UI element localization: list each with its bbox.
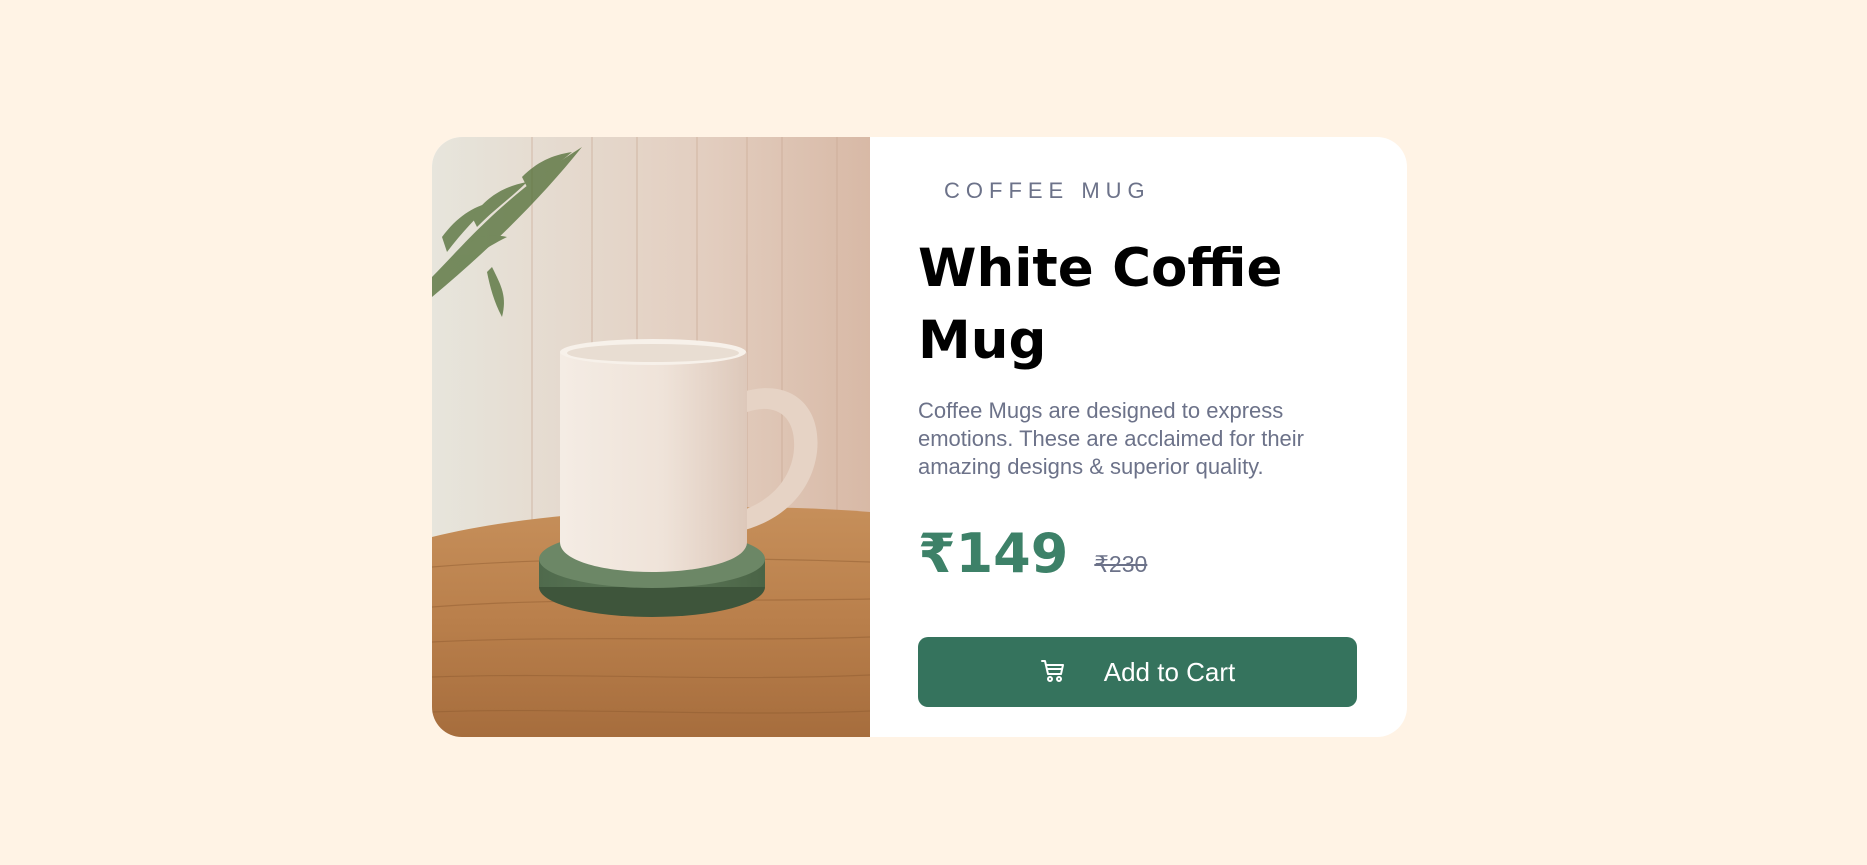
mug-photo xyxy=(432,137,870,737)
product-details: COFFEE MUG White Coffie Mug Coffee Mugs … xyxy=(870,137,1407,737)
add-to-cart-label: Add to Cart xyxy=(1103,656,1236,687)
product-description: Coffee Mugs are designed to express emot… xyxy=(918,398,1304,479)
cart-icon xyxy=(1040,659,1066,685)
product-category: COFFEE MUG xyxy=(944,178,1151,203)
add-to-cart-button[interactable]: Add to Cart xyxy=(918,637,1357,707)
product-image xyxy=(432,137,870,737)
product-title: White Coffie Mug xyxy=(918,238,1283,371)
product-card: COFFEE MUG White Coffie Mug Coffee Mugs … xyxy=(432,137,1407,737)
current-price: ₹149 xyxy=(918,522,1069,585)
price-row: ₹149 ₹230 xyxy=(918,522,1147,585)
original-price: ₹230 xyxy=(1094,551,1148,577)
